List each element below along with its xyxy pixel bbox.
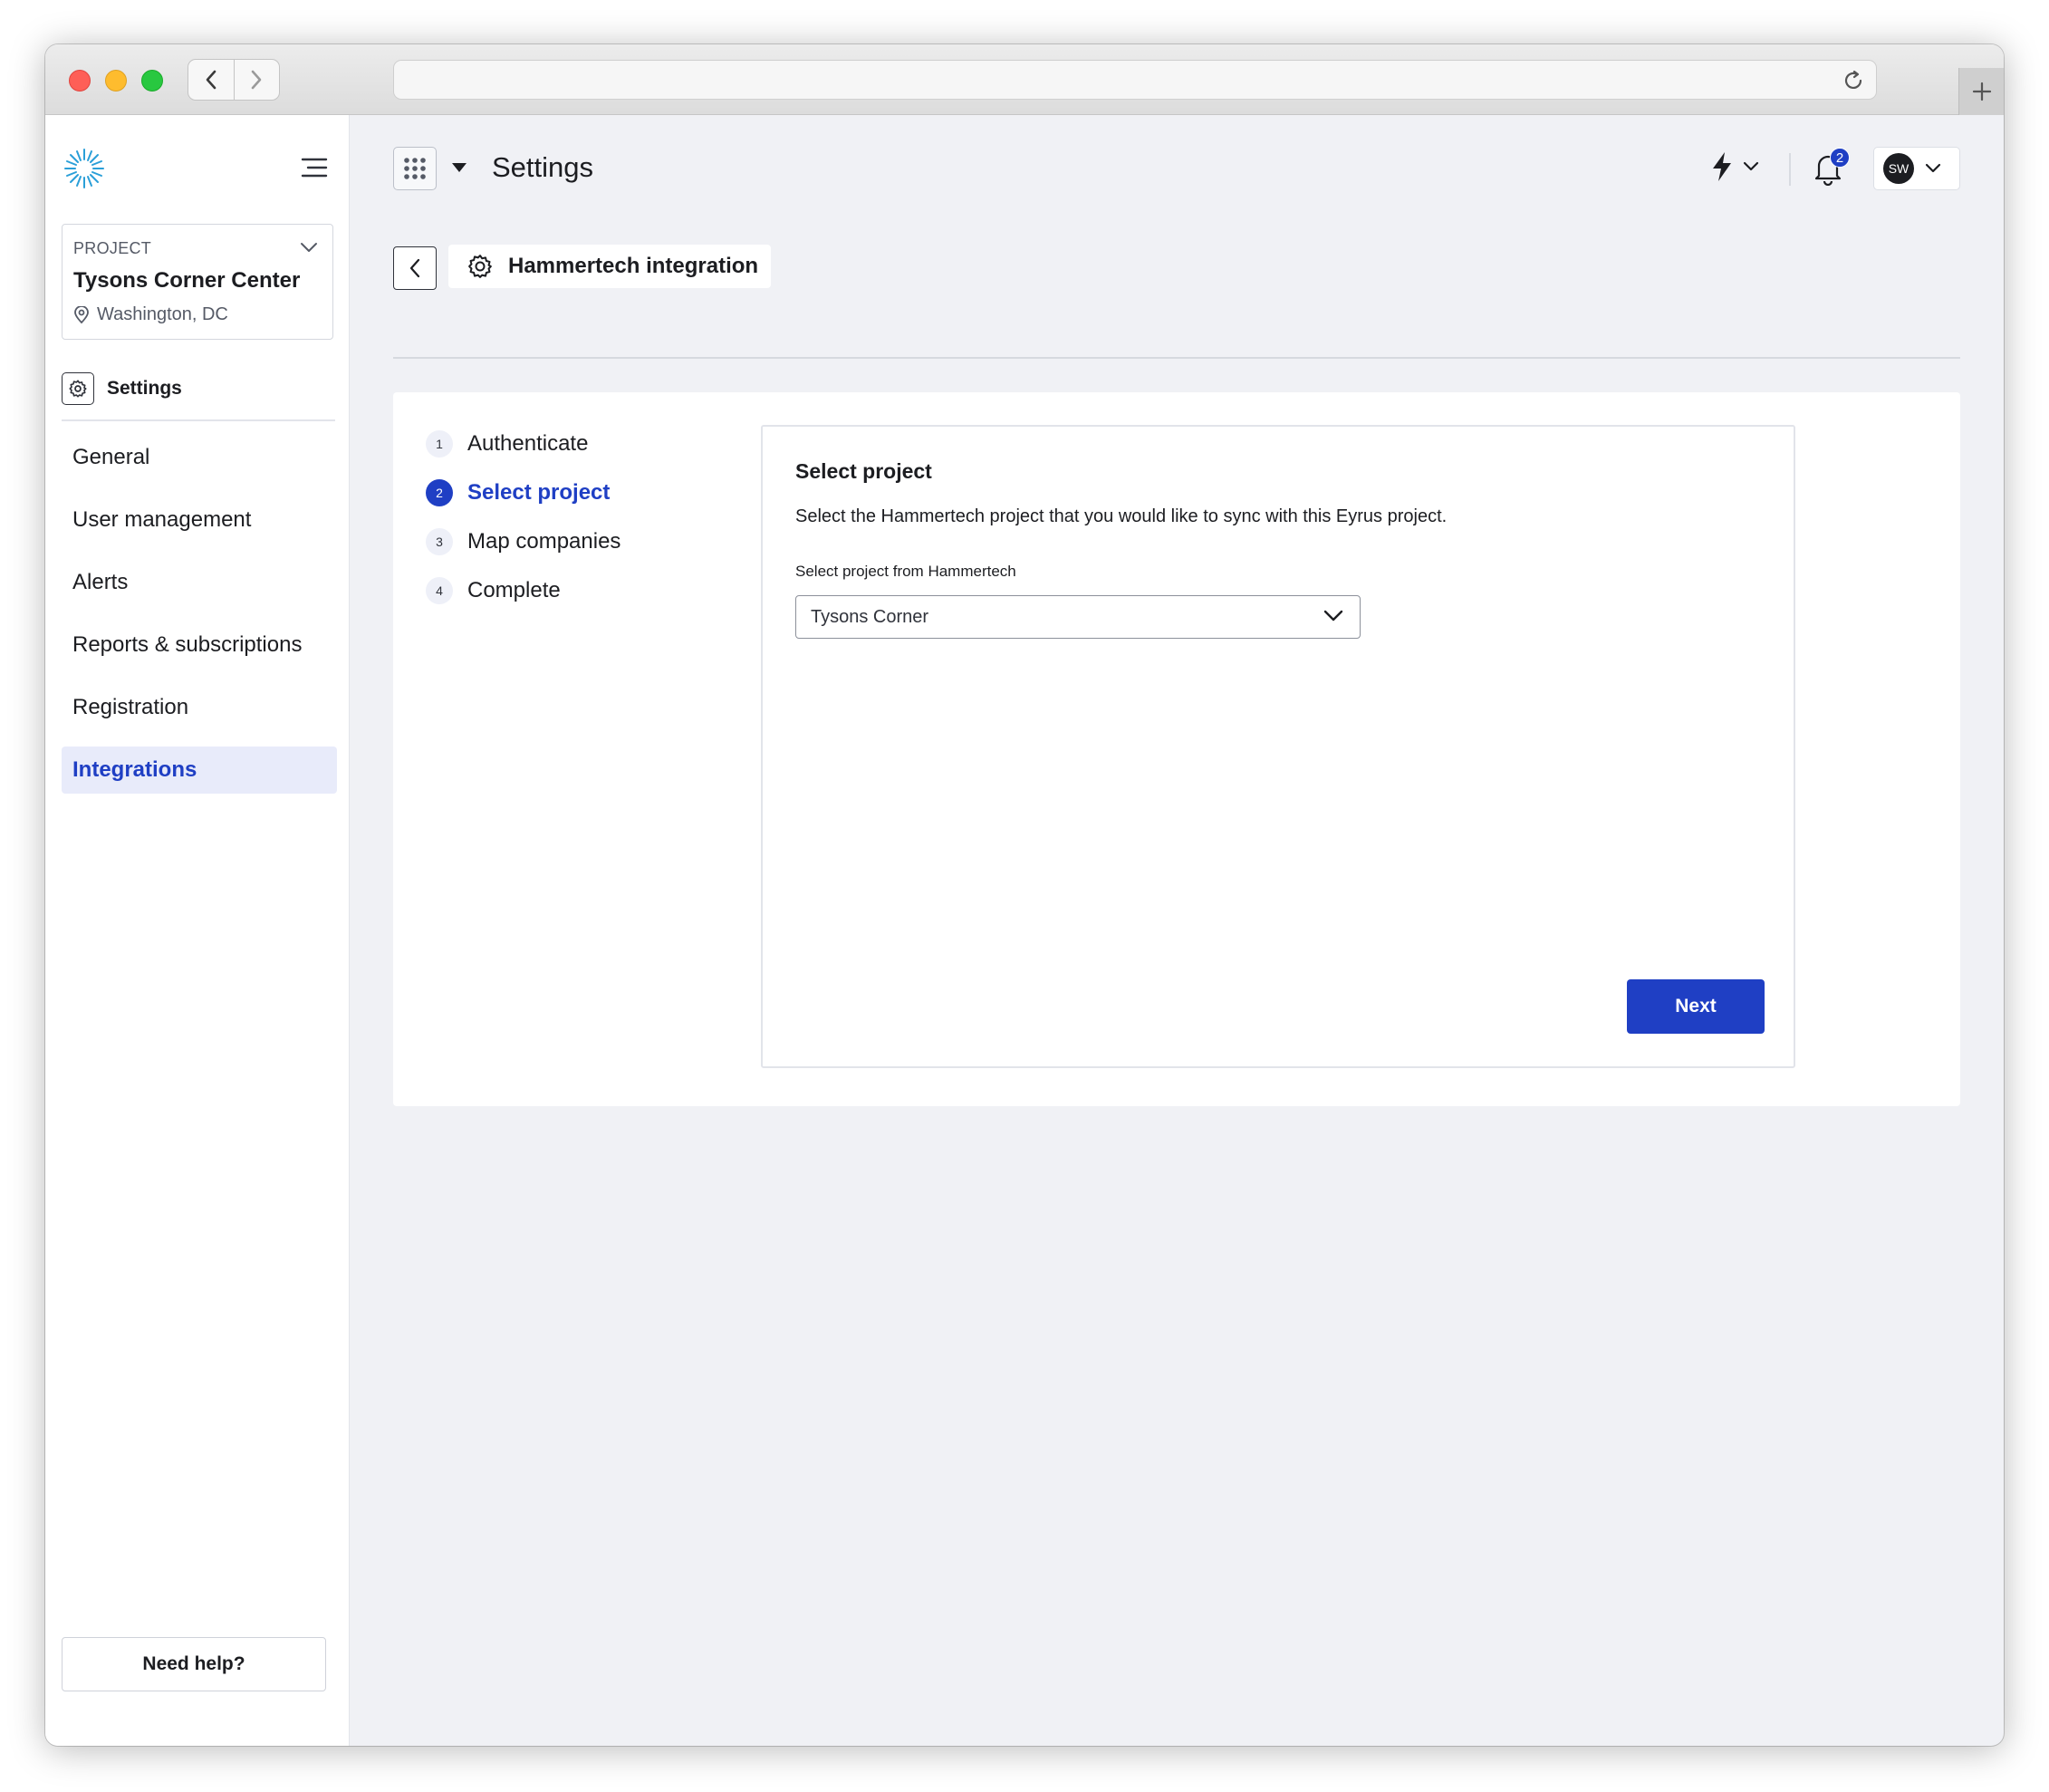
wizard-steps: 1 Authenticate 2 Select project 3 Map co… bbox=[426, 419, 620, 615]
settings-section-title: Settings bbox=[107, 378, 182, 399]
notification-badge: 2 bbox=[1830, 148, 1850, 168]
gear-icon bbox=[69, 380, 87, 398]
main-content: Settings 2 SW Hammertech integration 1 A… bbox=[350, 115, 2004, 1746]
step-number: 1 bbox=[426, 430, 453, 458]
project-label: PROJECT bbox=[73, 239, 152, 257]
settings-section-header: Settings bbox=[62, 372, 182, 405]
panel-description: Select the Hammertech project that you w… bbox=[795, 506, 1448, 526]
step-number: 3 bbox=[426, 528, 453, 555]
quick-actions-menu[interactable] bbox=[1710, 151, 1759, 182]
browser-forward-button[interactable] bbox=[233, 60, 280, 100]
lightning-icon bbox=[1713, 152, 1731, 181]
chevron-down-icon bbox=[1743, 161, 1759, 171]
browser-back-button[interactable] bbox=[188, 60, 234, 100]
settings-nav: General User management Alerts Reports &… bbox=[62, 434, 337, 809]
reload-icon[interactable] bbox=[1842, 69, 1865, 92]
project-location-text: Washington, DC bbox=[97, 304, 228, 324]
browser-window: PROJECT Tysons Corner Center Washington,… bbox=[45, 44, 2004, 1746]
chevron-down-icon bbox=[301, 243, 317, 252]
step-authenticate[interactable]: 1 Authenticate bbox=[426, 419, 620, 468]
panel-title: Select project bbox=[795, 459, 932, 483]
chevron-left-icon bbox=[409, 258, 420, 278]
page-title: Settings bbox=[492, 151, 594, 183]
step-number: 2 bbox=[426, 479, 453, 506]
step-complete[interactable]: 4 Complete bbox=[426, 566, 620, 615]
sidebar-item-reports-subscriptions[interactable]: Reports & subscriptions bbox=[62, 621, 337, 669]
integration-wizard: 1 Authenticate 2 Select project 3 Map co… bbox=[393, 392, 1960, 1106]
chevron-down-icon bbox=[1925, 163, 1941, 173]
header-divider bbox=[1789, 153, 1791, 186]
logo-sunburst-icon[interactable] bbox=[62, 146, 107, 191]
address-bar[interactable] bbox=[393, 60, 1877, 100]
avatar: SW bbox=[1883, 153, 1914, 184]
project-location: Washington, DC bbox=[73, 304, 228, 325]
need-help-button[interactable]: Need help? bbox=[62, 1637, 326, 1691]
minimize-window-button[interactable] bbox=[105, 70, 127, 92]
project-selector[interactable]: PROJECT Tysons Corner Center Washington,… bbox=[62, 224, 333, 340]
chevron-down-icon bbox=[1323, 610, 1343, 621]
sidebar: PROJECT Tysons Corner Center Washington,… bbox=[45, 115, 350, 1746]
user-menu-button[interactable]: SW bbox=[1873, 147, 1960, 190]
project-select-label: Select project from Hammertech bbox=[795, 563, 1016, 580]
sidebar-item-alerts[interactable]: Alerts bbox=[62, 559, 337, 606]
sidebar-item-registration[interactable]: Registration bbox=[62, 684, 337, 731]
sidebar-divider bbox=[62, 419, 335, 421]
step-number: 4 bbox=[426, 577, 453, 604]
selected-project-value: Tysons Corner bbox=[811, 606, 929, 627]
chevron-right-icon bbox=[251, 70, 262, 90]
hammertech-project-select[interactable]: Tysons Corner bbox=[795, 595, 1361, 639]
sidebar-item-general[interactable]: General bbox=[62, 434, 337, 481]
sidebar-item-integrations[interactable]: Integrations bbox=[62, 747, 337, 794]
select-project-panel: Select project Select the Hammertech pro… bbox=[761, 425, 1795, 1068]
next-button[interactable]: Next bbox=[1627, 979, 1765, 1034]
step-label: Authenticate bbox=[467, 431, 589, 456]
gear-icon bbox=[468, 255, 492, 278]
app-grid-icon bbox=[404, 158, 426, 179]
close-window-button[interactable] bbox=[69, 70, 91, 92]
step-select-project[interactable]: 2 Select project bbox=[426, 468, 620, 517]
step-label: Map companies bbox=[467, 529, 621, 554]
settings-icon-box bbox=[62, 372, 94, 405]
back-button[interactable] bbox=[393, 246, 437, 290]
step-label: Complete bbox=[467, 578, 561, 602]
caret-down-icon[interactable] bbox=[451, 162, 467, 173]
hamburger-icon[interactable] bbox=[301, 157, 328, 178]
new-tab-button[interactable] bbox=[1958, 68, 2004, 115]
header-separator bbox=[393, 357, 1960, 359]
app-switcher-button[interactable] bbox=[393, 147, 437, 190]
breadcrumb: Hammertech integration bbox=[448, 245, 771, 288]
breadcrumb-label: Hammertech integration bbox=[508, 254, 759, 278]
sidebar-item-user-management[interactable]: User management bbox=[62, 496, 337, 544]
location-pin-icon bbox=[74, 305, 89, 323]
browser-nav-buttons bbox=[188, 59, 280, 101]
step-map-companies[interactable]: 3 Map companies bbox=[426, 517, 620, 566]
browser-titlebar bbox=[45, 44, 2004, 115]
step-label: Select project bbox=[467, 480, 611, 505]
chevron-left-icon bbox=[206, 70, 216, 90]
project-name: Tysons Corner Center bbox=[73, 268, 301, 293]
plus-icon bbox=[1972, 82, 1991, 101]
maximize-window-button[interactable] bbox=[141, 70, 163, 92]
